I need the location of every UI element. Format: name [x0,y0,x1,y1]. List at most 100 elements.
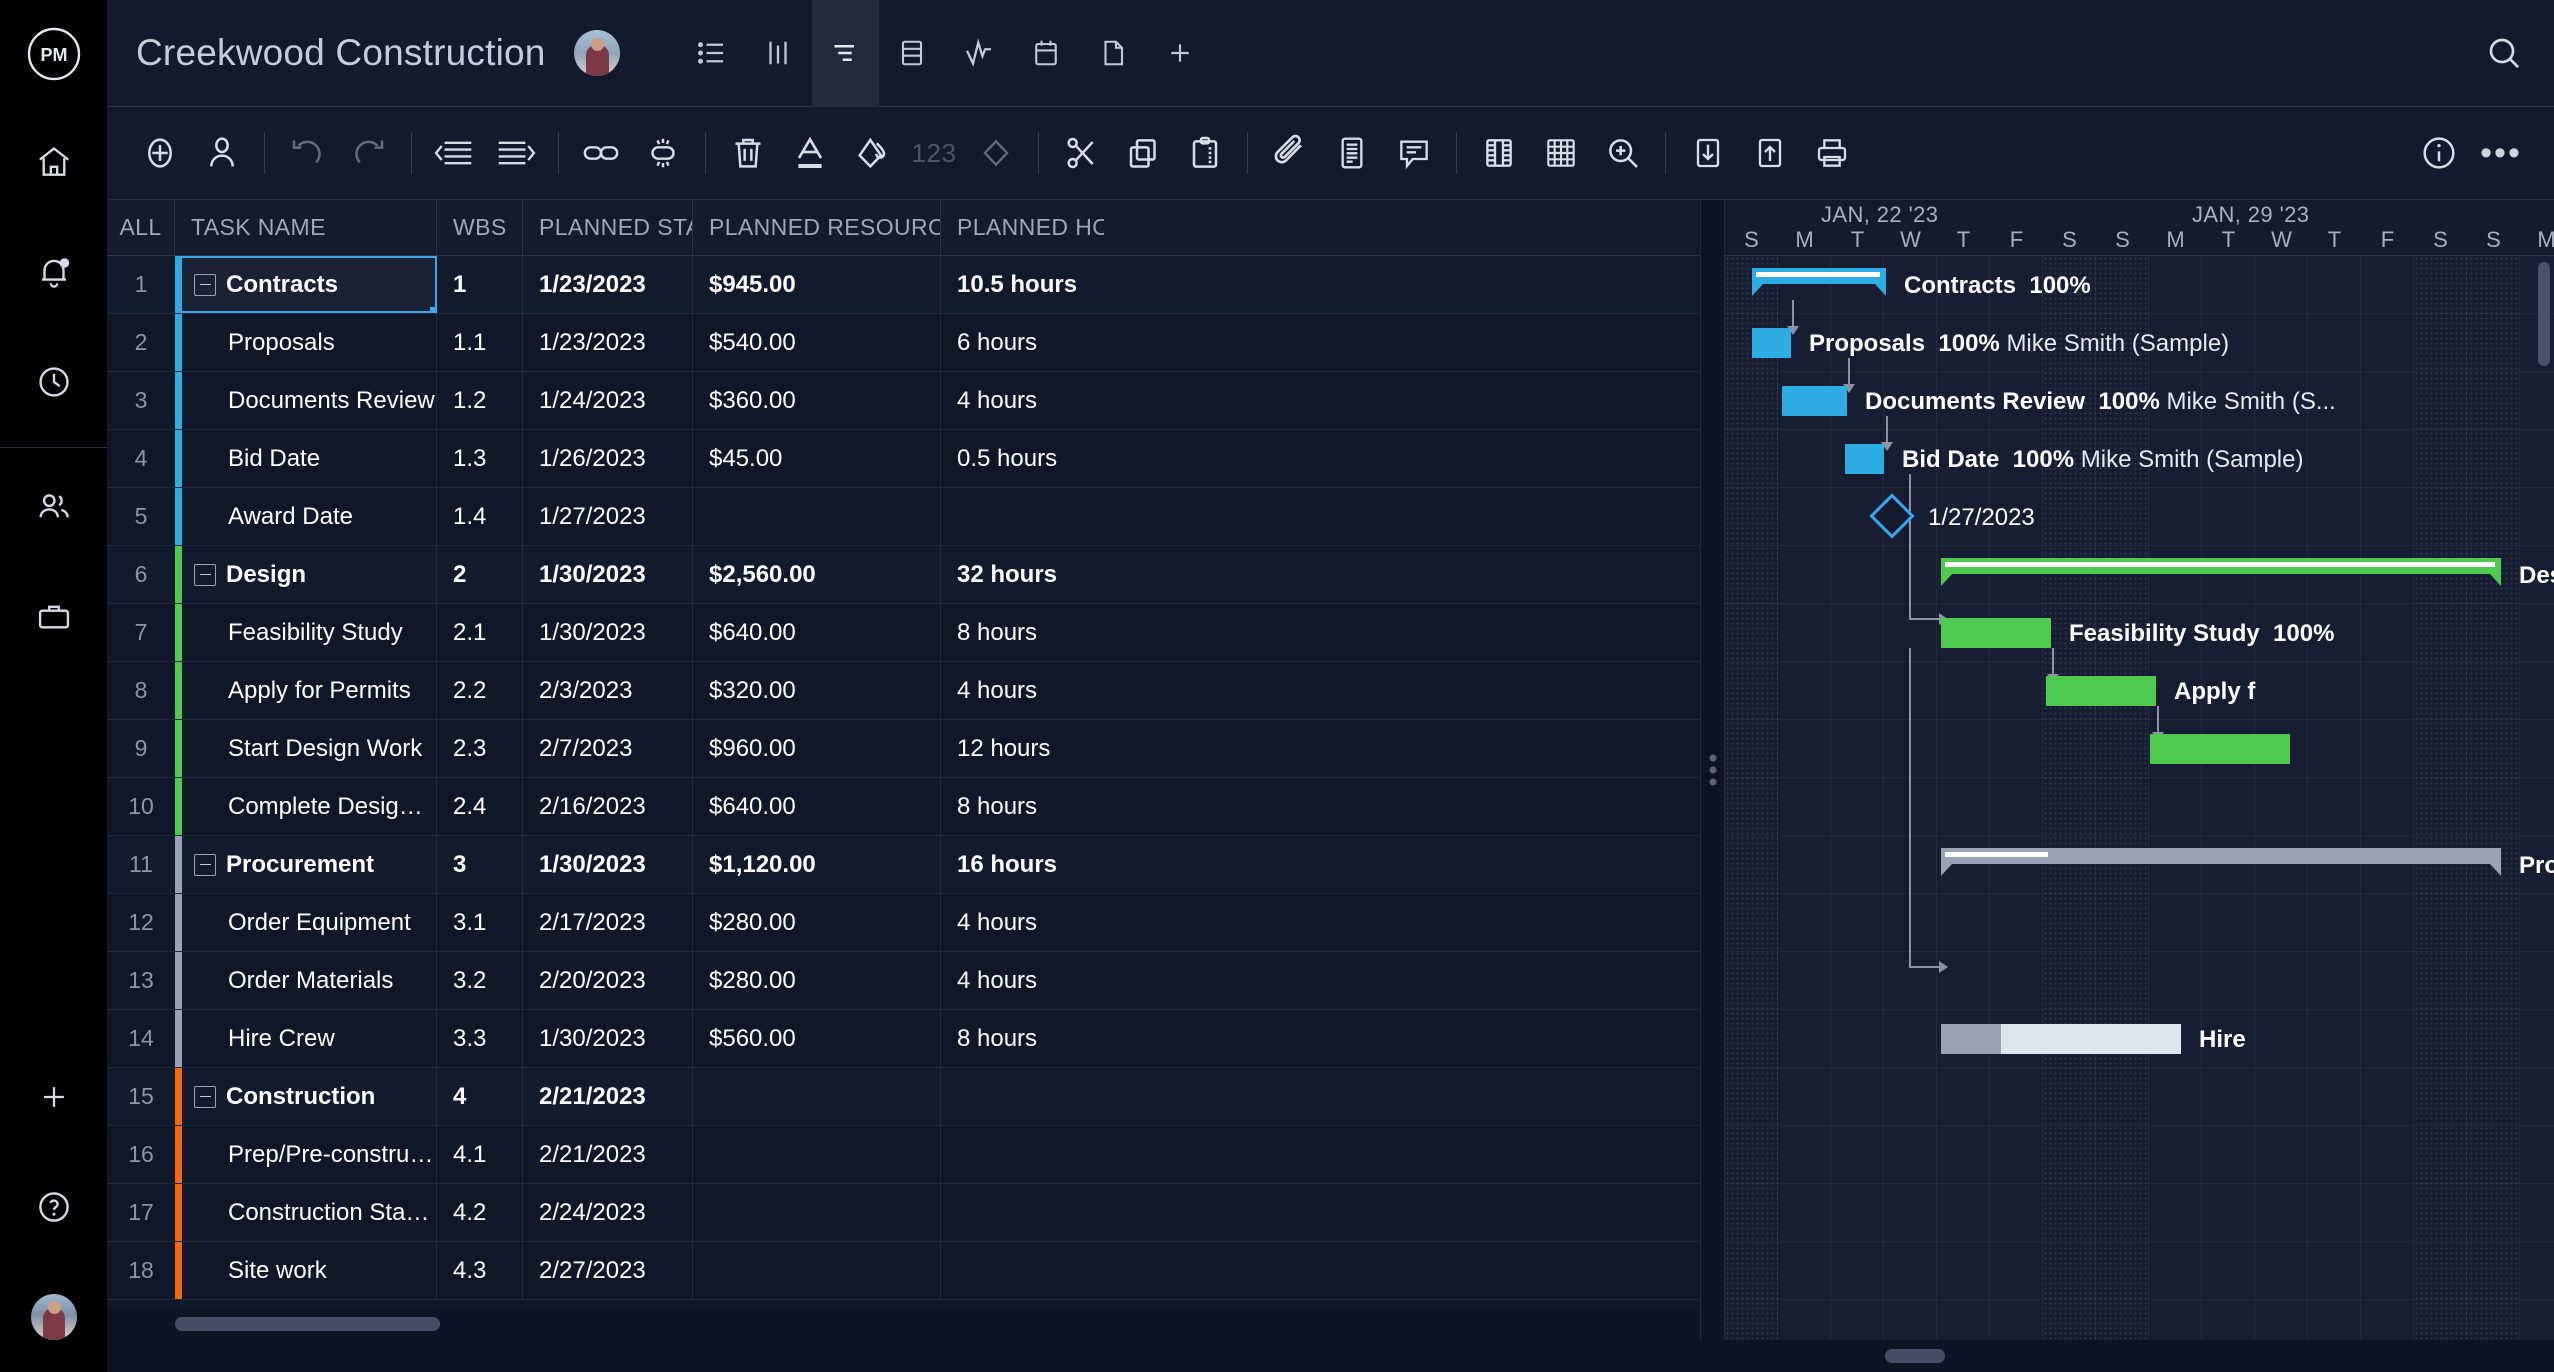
collapse-toggle-icon[interactable] [194,853,216,876]
table-hscroll-thumb[interactable] [175,1317,440,1331]
tab-list[interactable] [678,0,745,107]
cell-planned-start[interactable]: 1/30/2023 [523,1010,693,1067]
tab-sheet[interactable] [879,0,946,107]
cell-wbs[interactable]: 3.1 [437,894,523,951]
unlink-tasks-icon[interactable] [632,122,694,184]
cell-task-name[interactable]: Prep/Pre-construction [175,1126,437,1183]
cell-planned-start[interactable]: 1/30/2023 [523,836,693,893]
cell-planned-resource-cost[interactable] [693,1242,941,1299]
table-row[interactable]: 18 Site work 4.3 2/27/2023 [107,1242,1700,1300]
cell-planned-start[interactable]: 2/27/2023 [523,1242,693,1299]
cell-planned-hours[interactable]: 8 hours [941,778,1104,835]
delete-trash-icon[interactable] [717,122,779,184]
cell-task-name[interactable]: Order Materials [175,952,437,1009]
cell-planned-resource-cost[interactable]: $2,560.00 [693,546,941,603]
indent-icon[interactable] [485,122,547,184]
milestone-diamond-icon[interactable] [965,122,1027,184]
cell-task-name[interactable]: Construction Start ... [175,1184,437,1241]
attachment-paperclip-icon[interactable] [1259,122,1321,184]
cell-wbs[interactable]: 3 [437,836,523,893]
fill-color-icon[interactable] [841,122,903,184]
cell-wbs[interactable]: 2.1 [437,604,523,661]
cell-planned-start[interactable]: 2/20/2023 [523,952,693,1009]
tab-calendar[interactable] [1013,0,1080,107]
cell-wbs[interactable]: 2.4 [437,778,523,835]
cell-wbs[interactable]: 1.3 [437,430,523,487]
cell-planned-start[interactable]: 1/26/2023 [523,430,693,487]
cell-planned-resource-cost[interactable]: $540.00 [693,314,941,371]
collapse-toggle-icon[interactable] [194,1085,216,1108]
import-download-icon[interactable] [1677,122,1739,184]
cell-task-name[interactable]: Bid Date [175,430,437,487]
cell-planned-hours[interactable]: 0.5 hours [941,430,1104,487]
cell-wbs[interactable]: 2.3 [437,720,523,777]
cell-planned-start[interactable]: 2/3/2023 [523,662,693,719]
cell-planned-hours[interactable] [941,1068,1104,1125]
cell-planned-resource-cost[interactable] [693,1068,941,1125]
cell-planned-hours[interactable]: 6 hours [941,314,1104,371]
cell-planned-hours[interactable]: 12 hours [941,720,1104,777]
search-icon[interactable] [2484,33,2524,73]
user-avatar[interactable] [0,1262,107,1372]
tab-add-view[interactable] [1147,0,1214,107]
people-icon[interactable] [0,452,107,562]
cell-planned-start[interactable]: 2/21/2023 [523,1068,693,1125]
grid-table-icon[interactable] [1530,122,1592,184]
tab-pages[interactable] [1080,0,1147,107]
cell-task-name[interactable]: Award Date [175,488,437,545]
table-row[interactable]: 14 Hire Crew 3.3 1/30/2023 $560.00 8 hours [107,1010,1700,1068]
table-row[interactable]: 17 Construction Start ... 4.2 2/24/2023 [107,1184,1700,1242]
column-header-planned-hours[interactable]: PLANNED HOURS [941,200,1104,255]
cell-planned-hours[interactable]: 32 hours [941,546,1104,603]
gantt-milestone-diamond[interactable] [1869,493,1915,539]
collapse-toggle-icon[interactable] [194,273,216,296]
cell-planned-start[interactable]: 1/30/2023 [523,546,693,603]
table-row[interactable]: 4 Bid Date 1.3 1/26/2023 $45.00 0.5 hours [107,430,1700,488]
cell-task-name[interactable]: Apply for Permits [175,662,437,719]
table-row[interactable]: 11 Procurement 3 1/30/2023 $1,120.00 16 hours [107,836,1700,894]
cell-wbs[interactable]: 1 [437,256,523,313]
portfolio-briefcase-icon[interactable] [0,562,107,672]
table-row[interactable]: 1 Contracts 1 1/23/2023 $945.00 10.5 hours [107,256,1700,314]
gantt-bars-area[interactable]: Contracts 100% Proposals 100% Mike Smith … [1725,256,2554,1340]
cell-planned-start[interactable]: 1/23/2023 [523,256,693,313]
gantt-task-bar[interactable] [1845,444,1884,474]
table-hscrollbar[interactable] [107,1308,1700,1340]
notes-document-icon[interactable] [1321,122,1383,184]
table-row[interactable]: 8 Apply for Permits 2.2 2/3/2023 $320.00 4 ho… [107,662,1700,720]
number-format-icon[interactable]: 123 [903,122,965,184]
cell-task-name[interactable]: Start Design Work [175,720,437,777]
undo-icon[interactable] [276,122,338,184]
table-row[interactable]: 15 Construction 4 2/21/2023 [107,1068,1700,1126]
link-tasks-icon[interactable] [570,122,632,184]
gantt-task-bar[interactable] [2046,676,2156,706]
table-row[interactable]: 10 Complete Design W...2.42/16/2023$640.0… [107,778,1700,836]
cell-wbs[interactable]: 4.3 [437,1242,523,1299]
home-icon[interactable] [0,107,107,217]
table-row[interactable]: 16 Prep/Pre-construction4.12/21/2023 [107,1126,1700,1184]
cell-wbs[interactable]: 3.2 [437,952,523,1009]
column-header-task-name[interactable]: TASK NAME [175,200,437,255]
cell-planned-hours[interactable]: 4 hours [941,372,1104,429]
cell-task-name[interactable]: Order Equipment [175,894,437,951]
collapse-toggle-icon[interactable] [194,563,216,586]
cell-planned-hours[interactable]: 8 hours [941,1010,1104,1067]
cell-planned-resource-cost[interactable]: $640.00 [693,778,941,835]
gantt-vscroll-thumb[interactable] [2538,262,2550,366]
cell-planned-start[interactable]: 1/27/2023 [523,488,693,545]
cell-planned-resource-cost[interactable]: $640.00 [693,604,941,661]
project-owner-avatar[interactable] [573,30,620,76]
cell-wbs[interactable]: 1.2 [437,372,523,429]
cell-planned-hours[interactable]: 10.5 hours [941,256,1104,313]
gantt-summary-bar[interactable] [1941,558,2501,574]
cell-planned-start[interactable]: 2/7/2023 [523,720,693,777]
print-icon[interactable] [1801,122,1863,184]
cell-wbs[interactable]: 2 [437,546,523,603]
outdent-icon[interactable] [423,122,485,184]
assign-resource-icon[interactable] [191,122,253,184]
add-task-icon[interactable] [129,122,191,184]
help-question-icon[interactable] [0,1152,107,1262]
cell-planned-resource-cost[interactable]: $1,120.00 [693,836,941,893]
cell-planned-hours[interactable] [941,1126,1104,1183]
table-row[interactable]: 13 Order Materials 3.2 2/20/2023 $280.00 4 ho… [107,952,1700,1010]
